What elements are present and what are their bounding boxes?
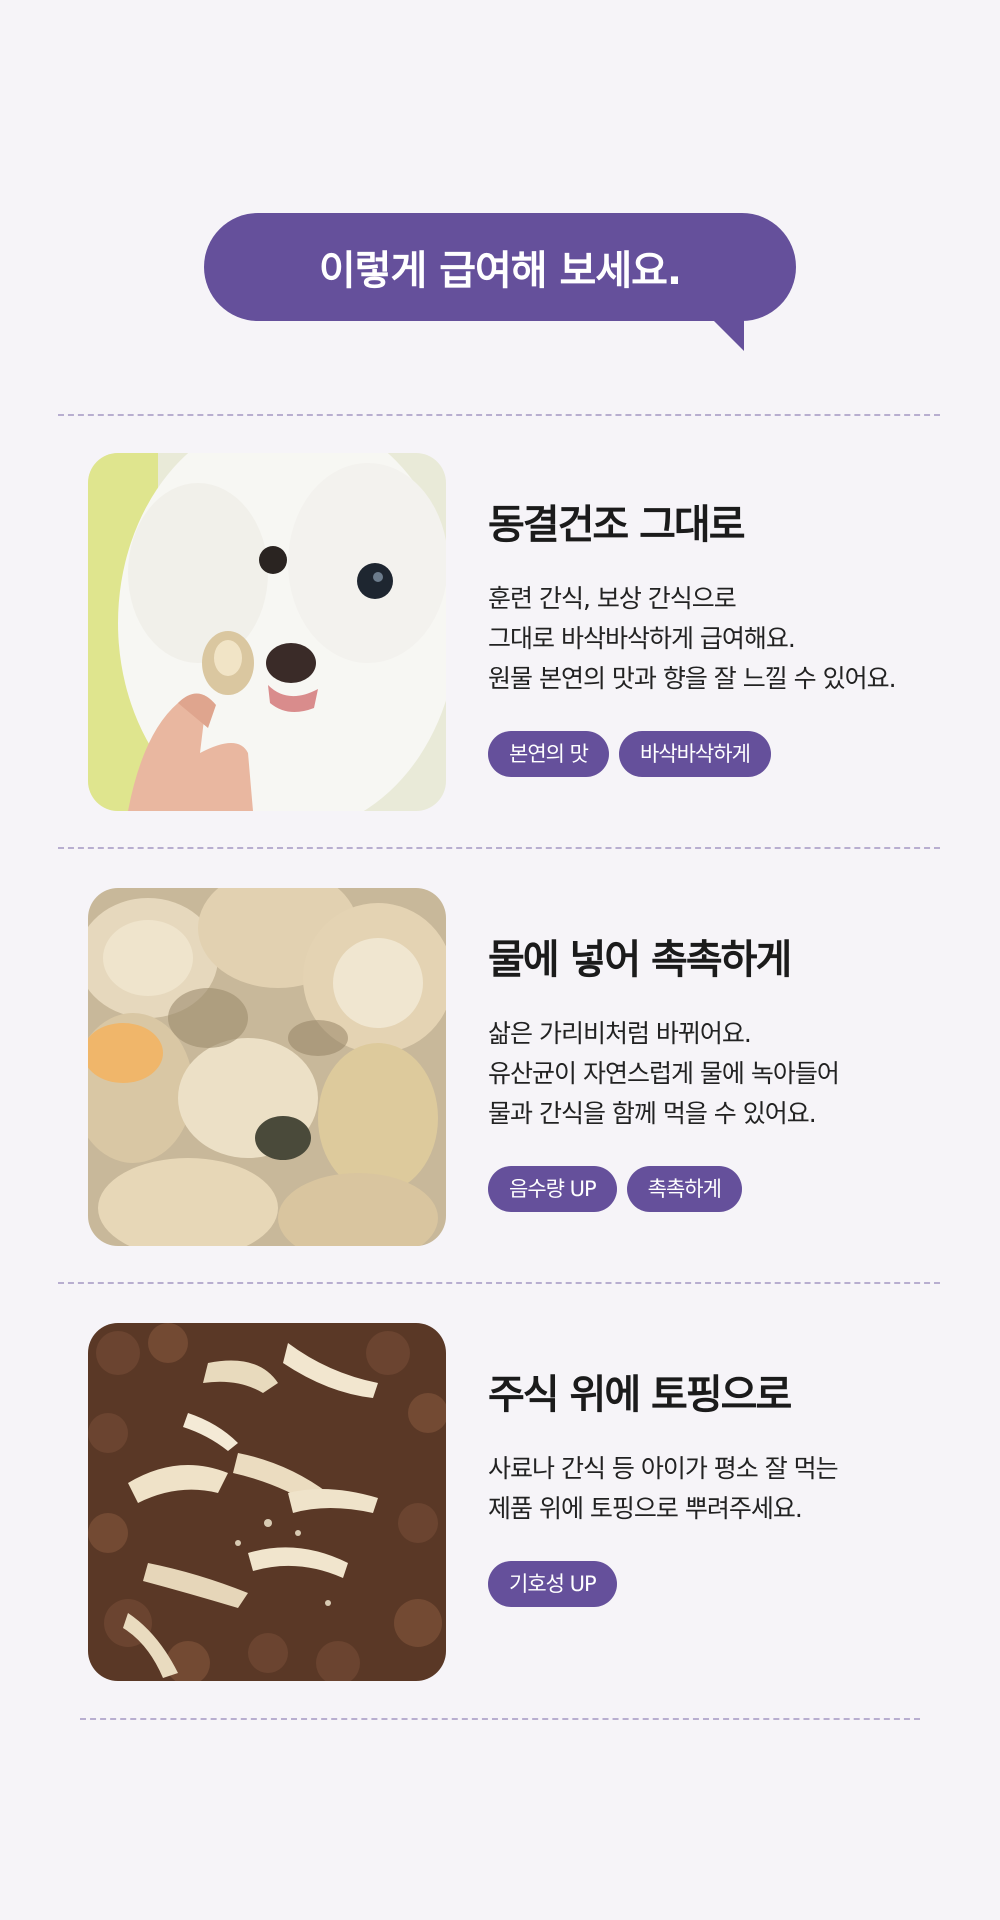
section-description: 사료나 간식 등 아이가 평소 잘 먹는 제품 위에 토핑으로 뿌려주세요.	[488, 1449, 948, 1529]
feeding-method-content: 주식 위에 토핑으로 사료나 간식 등 아이가 평소 잘 먹는 제품 위에 토핑…	[488, 1371, 948, 1607]
divider	[80, 1718, 920, 1720]
photo-kibble-topping	[88, 1323, 446, 1681]
tag-list: 음수량 UP 촉촉하게	[488, 1166, 948, 1212]
section-title: 동결건조 그대로	[488, 502, 746, 548]
description-line: 제품 위에 토핑으로 뿌려주세요.	[488, 1494, 803, 1523]
feeding-method-content: 동결건조 그대로 훈련 간식, 보상 간식으로 그대로 바삭바삭하게 급여해요.…	[488, 501, 948, 777]
header-title: 이렇게 급여해 보세요.	[318, 248, 682, 294]
description-line: 유산균이 자연스럽게 물에 녹아들어	[488, 1059, 840, 1088]
section-description: 훈련 간식, 보상 간식으로 그대로 바삭바삭하게 급여해요. 원물 본연의 맛…	[488, 579, 948, 699]
description-line: 사료나 간식 등 아이가 평소 잘 먹는	[488, 1454, 839, 1483]
description-line: 그대로 바삭바삭하게 급여해요.	[488, 624, 796, 653]
section-title: 물에 넣어 촉촉하게	[488, 937, 792, 983]
photo-dog-eating-treat	[88, 453, 446, 811]
header-speech-bubble: 이렇게 급여해 보세요.	[204, 213, 796, 321]
tag-list: 기호성 UP	[488, 1561, 948, 1607]
photo-soaked-scallops	[88, 888, 446, 1246]
tag-list: 본연의 맛 바삭바삭하게	[488, 731, 948, 777]
feeding-method-content: 물에 넣어 촉촉하게 삶은 가리비처럼 바뀌어요. 유산균이 자연스럽게 물에 …	[488, 936, 948, 1212]
feeding-method-freeze-dried: 동결건조 그대로 훈련 간식, 보상 간식으로 그대로 바삭바삭하게 급여해요.…	[88, 453, 948, 811]
tag-badge: 촉촉하게	[626, 1166, 742, 1212]
divider	[58, 847, 940, 849]
tag-badge: 본연의 맛	[488, 731, 609, 777]
tag-badge: 바삭바삭하게	[618, 731, 771, 777]
tag-badge: 음수량 UP	[488, 1166, 617, 1212]
feeding-method-topping: 주식 위에 토핑으로 사료나 간식 등 아이가 평소 잘 먹는 제품 위에 토핑…	[88, 1323, 948, 1681]
description-line: 물과 간식을 함께 먹을 수 있어요.	[488, 1099, 817, 1128]
divider	[58, 1282, 940, 1284]
divider	[58, 414, 940, 416]
description-line: 삶은 가리비처럼 바뀌어요.	[488, 1019, 752, 1048]
section-title: 주식 위에 토핑으로	[488, 1372, 792, 1418]
speech-bubble-tail	[706, 313, 744, 351]
description-line: 훈련 간식, 보상 간식으로	[488, 584, 737, 613]
tag-badge: 기호성 UP	[488, 1561, 617, 1607]
section-description: 삶은 가리비처럼 바뀌어요. 유산균이 자연스럽게 물에 녹아들어 물과 간식을…	[488, 1014, 948, 1134]
feeding-method-soaked: 물에 넣어 촉촉하게 삶은 가리비처럼 바뀌어요. 유산균이 자연스럽게 물에 …	[88, 888, 948, 1246]
description-line: 원물 본연의 맛과 향을 잘 느낄 수 있어요.	[488, 664, 897, 693]
